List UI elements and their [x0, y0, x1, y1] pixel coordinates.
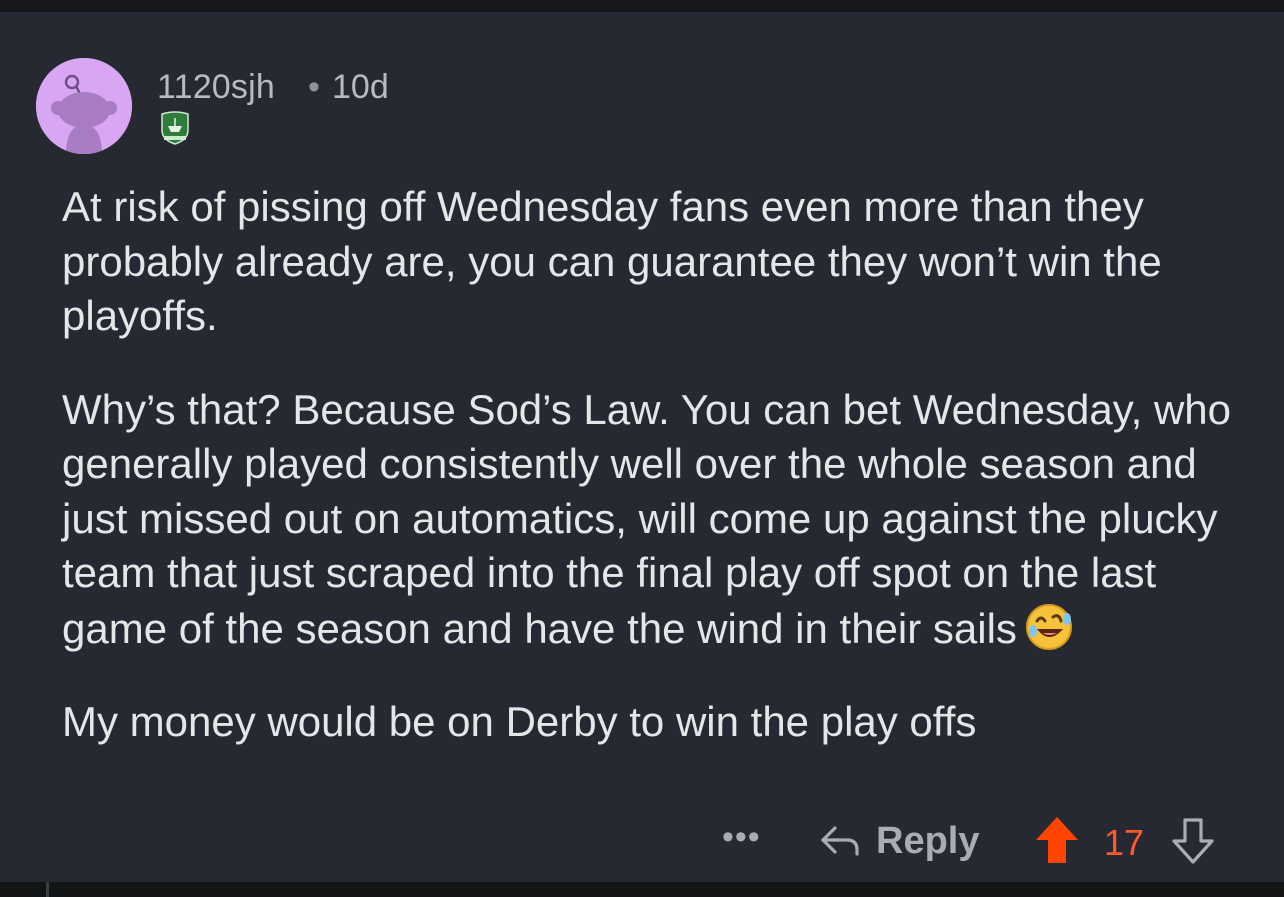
reply-icon[interactable]: [817, 820, 863, 860]
comment-author[interactable]: 1120sjh: [157, 68, 275, 107]
more-options-button[interactable]: •••: [722, 818, 761, 857]
bottom-divider: [0, 882, 1284, 897]
vote-score: 17: [1104, 822, 1145, 863]
thread-line: [46, 882, 49, 897]
upvote-icon[interactable]: [1033, 814, 1081, 866]
avatar[interactable]: [36, 58, 132, 154]
meta-separator: •: [308, 68, 320, 106]
comment-body: At risk of pissing off Wednesday fans ev…: [62, 180, 1262, 789]
reply-button[interactable]: Reply: [876, 820, 979, 863]
comment-card: 1120sjh • 10d At risk of pissing off Wed…: [0, 12, 1284, 882]
comment-paragraph: Why’s that? Because Sod’s Law. You can b…: [62, 383, 1262, 657]
club-crest-flair-icon: [158, 110, 192, 146]
reddit-snoo-avatar-icon: [36, 58, 132, 154]
comment-paragraph: My money would be on Derby to win the pl…: [62, 698, 977, 745]
top-divider: [0, 0, 1284, 12]
rolling-on-floor-laughing-emoji: [1023, 601, 1075, 653]
comment-age: 10d: [332, 68, 389, 106]
comment-actions: ••• Reply 17: [0, 812, 1284, 872]
downvote-icon[interactable]: [1170, 816, 1216, 866]
comment-paragraph: At risk of pissing off Wednesday fans ev…: [62, 183, 1162, 339]
